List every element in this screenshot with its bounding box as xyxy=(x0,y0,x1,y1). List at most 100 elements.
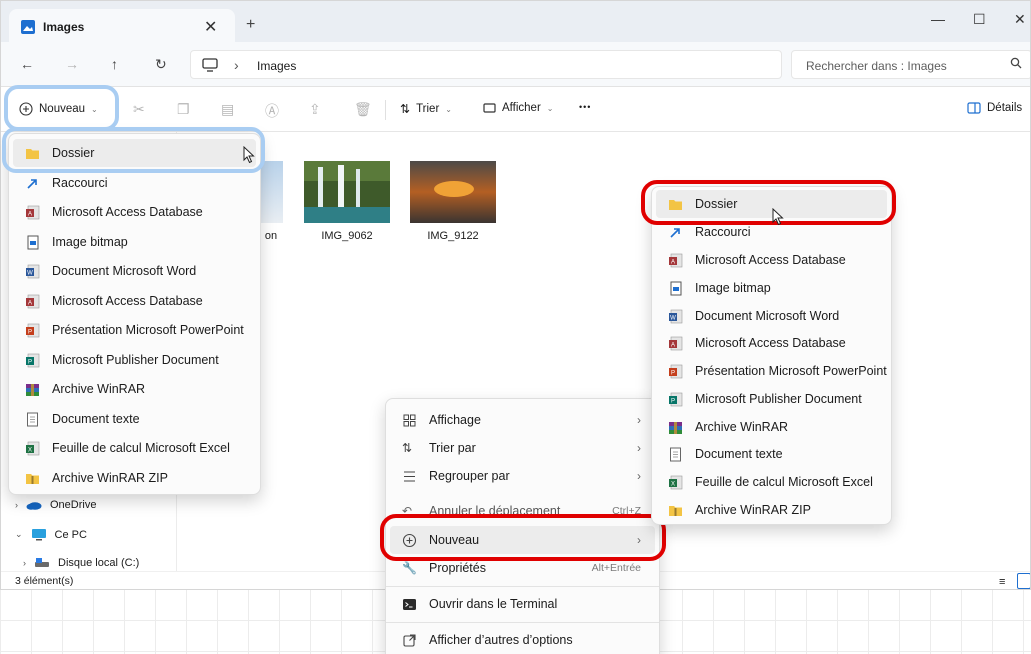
menu-item-text-document[interactable]: Document texte xyxy=(13,405,256,433)
submenu-item-bitmap[interactable]: Image bitmap xyxy=(656,274,887,302)
submenu-item-winrar[interactable]: Archive WinRAR xyxy=(656,413,887,441)
sidebar-item-onedrive[interactable]: › OneDrive xyxy=(15,499,96,511)
winrar-zip-icon xyxy=(25,471,40,486)
close-window-button[interactable]: ✕ xyxy=(1014,11,1026,28)
file-name[interactable]: IMG_9122 xyxy=(403,230,503,242)
menu-item-label: Archive WinRAR ZIP xyxy=(695,503,811,517)
tiles-view-icon[interactable] xyxy=(1017,573,1030,589)
view-icon xyxy=(483,102,496,114)
menu-item-access-2[interactable]: A Microsoft Access Database xyxy=(13,287,256,315)
new-tab-button[interactable]: + xyxy=(246,16,255,34)
menu-item-powerpoint[interactable]: P Présentation Microsoft PowerPoint xyxy=(13,316,256,344)
grid-view-icon xyxy=(402,413,417,428)
menu-item-publisher[interactable]: P Microsoft Publisher Document xyxy=(13,346,256,374)
tab-close-icon[interactable]: ✕ xyxy=(204,17,217,37)
view-button-label: Afficher xyxy=(502,102,541,114)
svg-text:W: W xyxy=(27,270,33,276)
share-icon[interactable]: ⇪ xyxy=(309,101,321,118)
menu-divider xyxy=(386,586,659,587)
refresh-button[interactable]: ↻ xyxy=(155,56,167,73)
terminal-icon xyxy=(402,597,417,612)
access-icon: A xyxy=(25,205,40,220)
tab-title: Images xyxy=(43,20,85,34)
menu-item-winrar-zip[interactable]: Archive WinRAR ZIP xyxy=(13,464,256,492)
search-input[interactable]: Rechercher dans : Images xyxy=(791,50,1030,79)
view-button[interactable]: Afficher ⌄ xyxy=(483,102,553,114)
svg-text:P: P xyxy=(671,370,675,376)
submenu-item-excel[interactable]: X Feuille de calcul Microsoft Excel xyxy=(656,468,887,496)
item-count: 3 élément(s) xyxy=(15,575,74,587)
menu-item-excel[interactable]: X Feuille de calcul Microsoft Excel xyxy=(13,434,256,462)
details-view-icon[interactable]: ≡ xyxy=(999,576,1005,588)
menu-item-label: Raccourci xyxy=(52,176,108,190)
menu-item-access[interactable]: A Microsoft Access Database xyxy=(13,198,256,226)
open-external-icon xyxy=(402,633,417,648)
delete-icon[interactable]: 🗑 xyxy=(354,101,372,118)
highlight-ring-context-new xyxy=(380,514,666,561)
maximize-button[interactable]: ☐ xyxy=(973,11,986,28)
menu-item-label: Présentation Microsoft PowerPoint xyxy=(695,364,887,378)
back-button[interactable]: ← xyxy=(20,56,34,72)
powerpoint-icon: P xyxy=(25,323,40,338)
sort-button[interactable]: ⇅ Trier ⌄ xyxy=(400,102,452,116)
menu-item-winrar[interactable]: Archive WinRAR xyxy=(13,375,256,403)
svg-text:X: X xyxy=(671,481,675,487)
bitmap-icon xyxy=(668,281,683,296)
sort-icon: ⇅ xyxy=(402,440,413,455)
forward-button[interactable]: → xyxy=(65,56,79,72)
svg-text:A: A xyxy=(28,300,32,306)
context-item-open-terminal[interactable]: Ouvrir dans le Terminal xyxy=(390,590,655,618)
context-item-group-by[interactable]: Regrouper par › xyxy=(390,462,655,490)
cut-icon[interactable]: ✂ xyxy=(133,101,145,118)
menu-item-label: Afficher d’autres d’options xyxy=(429,633,573,647)
breadcrumb-images[interactable]: Images xyxy=(257,59,296,73)
breadcrumb-chevron-icon: › xyxy=(234,57,239,73)
context-item-view[interactable]: Affichage › xyxy=(390,406,655,434)
menu-item-label: Raccourci xyxy=(695,225,751,239)
address-bar[interactable]: › Images xyxy=(190,50,782,79)
submenu-item-access[interactable]: A Microsoft Access Database xyxy=(656,246,887,274)
submenu-item-text-document[interactable]: Document texte xyxy=(656,440,887,468)
up-button[interactable]: ↑ xyxy=(111,56,118,72)
excel-icon: X xyxy=(668,475,683,490)
menu-item-label: Archive WinRAR ZIP xyxy=(52,471,168,485)
menu-item-word[interactable]: W Document Microsoft Word xyxy=(13,257,256,285)
submenu-item-powerpoint[interactable]: P Présentation Microsoft PowerPoint xyxy=(656,357,887,385)
sidebar-item-local-disk[interactable]: › Disque local (C:) xyxy=(23,557,139,569)
menu-item-shortcut[interactable]: Raccourci xyxy=(13,169,256,197)
menu-item-label: Affichage xyxy=(429,413,481,427)
file-thumbnail-img-9122[interactable] xyxy=(410,161,496,223)
chevron-down-icon: ⌄ xyxy=(445,104,452,114)
minimize-button[interactable]: — xyxy=(931,11,945,27)
menu-item-label: Document Microsoft Word xyxy=(52,264,197,278)
sidebar-item-ce-pc[interactable]: ⌄ Ce PC xyxy=(15,528,87,541)
submenu-item-word[interactable]: W Document Microsoft Word xyxy=(656,302,887,330)
rename-icon[interactable]: Ⓐ xyxy=(265,101,279,121)
monitor-icon xyxy=(202,58,218,72)
tab-images[interactable]: Images ✕ xyxy=(9,9,235,42)
menu-item-bitmap[interactable]: Image bitmap xyxy=(13,228,256,256)
menu-item-label: Microsoft Access Database xyxy=(52,294,203,308)
shortcut-label: Alt+Entrée xyxy=(591,562,641,574)
context-item-more-options[interactable]: Afficher d’autres d’options xyxy=(390,626,655,654)
svg-text:P: P xyxy=(28,359,32,365)
menu-item-label: Présentation Microsoft PowerPoint xyxy=(52,323,244,337)
file-name[interactable]: IMG_9062 xyxy=(297,230,397,242)
svg-text:A: A xyxy=(28,211,32,217)
context-item-sort-by[interactable]: ⇅ Trier par › xyxy=(390,434,655,462)
highlight-ring-folder-item xyxy=(2,127,265,173)
menu-item-label: Propriétés xyxy=(429,561,486,575)
mouse-cursor-icon xyxy=(772,208,784,226)
copy-icon[interactable]: ❐ xyxy=(177,101,190,118)
menu-item-label: Microsoft Publisher Document xyxy=(52,353,219,367)
submenu-item-winrar-zip[interactable]: Archive WinRAR ZIP xyxy=(656,496,887,524)
submenu-item-access-2[interactable]: A Microsoft Access Database xyxy=(656,329,887,357)
paste-icon[interactable]: ▤ xyxy=(221,101,234,118)
more-options-button[interactable]: ••• xyxy=(579,102,591,112)
details-button[interactable]: Détails xyxy=(967,102,1022,114)
excel-icon: X xyxy=(25,441,40,456)
file-thumbnail-img-9062[interactable] xyxy=(304,161,390,223)
word-icon: W xyxy=(25,264,40,279)
svg-text:P: P xyxy=(671,398,675,404)
submenu-item-publisher[interactable]: P Microsoft Publisher Document xyxy=(656,385,887,413)
